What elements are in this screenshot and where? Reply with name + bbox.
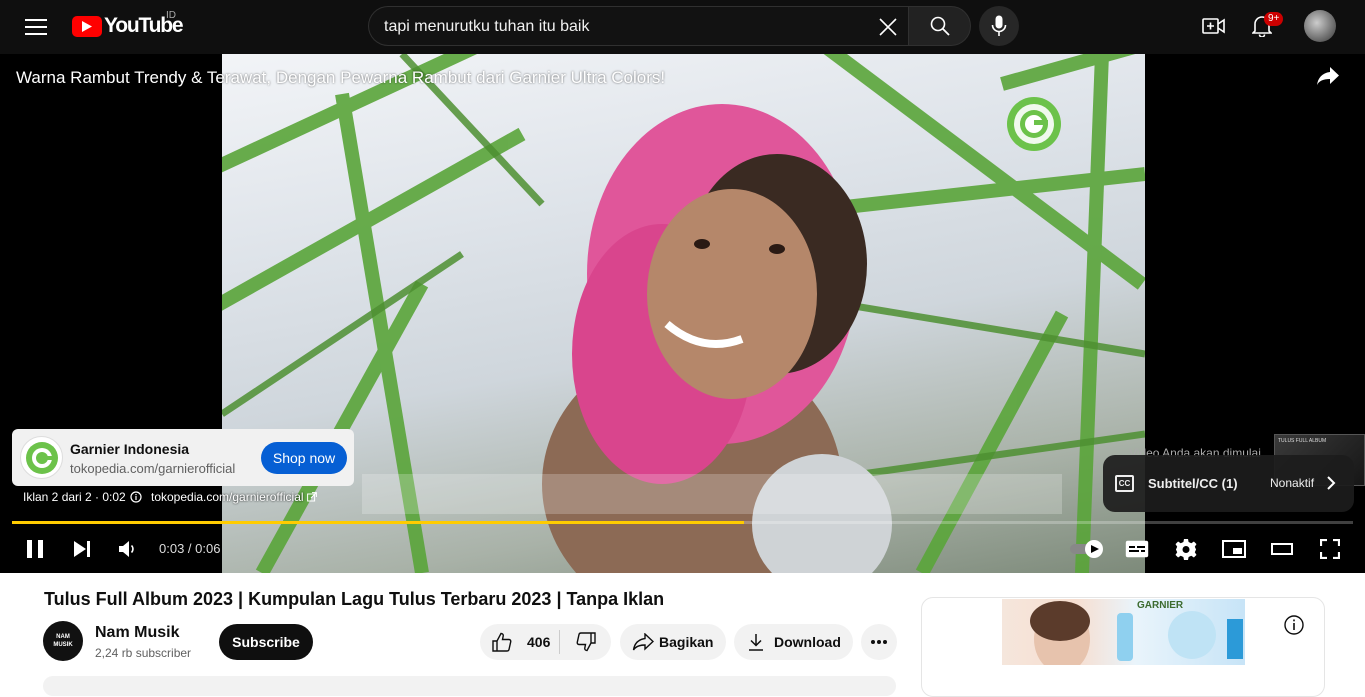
pause-button[interactable] — [22, 538, 48, 560]
share-button[interactable]: Bagikan — [620, 624, 726, 660]
subscriber-count: 2,24 rb subscriber — [95, 646, 192, 660]
dislike-button[interactable] — [560, 624, 611, 660]
more-actions-button[interactable] — [861, 624, 897, 660]
description-box[interactable] — [43, 676, 896, 696]
next-thumb-title: TULUS FULL ALBUM — [1278, 438, 1327, 444]
search-button[interactable] — [908, 6, 971, 46]
ad-info: Iklan 2 dari 2 · 0:02 — [23, 490, 142, 504]
autoplay-toggle[interactable] — [1069, 537, 1105, 561]
youtube-play-icon — [72, 15, 102, 37]
video-title: Tulus Full Album 2023 | Kumpulan Lagu Tu… — [44, 589, 665, 609]
captions-value: Nonaktif — [1270, 476, 1315, 490]
create-video-icon — [1202, 18, 1225, 34]
skip-next-icon — [74, 541, 90, 557]
sidebar-ad-brand: GARNIER — [1137, 600, 1184, 611]
video-frame[interactable] — [222, 54, 1145, 573]
sidebar-ad[interactable]: GARNIER — [921, 597, 1325, 697]
subtitles-button[interactable] — [1124, 537, 1150, 561]
theater-mode-icon — [1271, 543, 1293, 555]
thumbs-up-icon — [492, 632, 512, 652]
ad-title[interactable]: Warna Rambut Trendy & Terawat, Dengan Pe… — [16, 68, 665, 88]
autoplay-icon — [1070, 540, 1103, 558]
info-icon[interactable] — [1283, 614, 1305, 636]
progress-fill — [12, 521, 745, 524]
info-icon[interactable] — [130, 491, 142, 503]
external-link-icon — [306, 492, 317, 502]
shop-now-button[interactable]: Shop now — [261, 442, 347, 474]
pause-icon — [27, 540, 43, 558]
settings-button[interactable] — [1173, 537, 1199, 561]
theater-mode-button[interactable] — [1269, 537, 1295, 561]
clear-search-icon[interactable] — [872, 11, 904, 43]
top-bar: YouTube ID tapi menurutku tuhan itu baik… — [0, 0, 1365, 54]
create-button[interactable] — [1194, 6, 1234, 46]
ad-card[interactable]: Garnier Indonesia tokopedia.com/garniero… — [12, 429, 354, 486]
more-horizontal-icon — [871, 640, 887, 644]
search-input[interactable]: tapi menurutku tuhan itu baik — [384, 18, 589, 36]
mute-button[interactable] — [116, 538, 140, 560]
fullscreen-button[interactable] — [1317, 537, 1343, 561]
search-icon — [930, 16, 950, 36]
video-player[interactable]: Warna Rambut Trendy & Terawat, Dengan Pe… — [0, 54, 1365, 573]
download-label: Download — [774, 634, 841, 650]
share-label: Bagikan — [659, 634, 714, 650]
subscribe-button[interactable]: Subscribe — [219, 624, 313, 660]
download-button[interactable]: Download — [734, 624, 853, 660]
progress-bar[interactable] — [12, 521, 1353, 524]
share-icon[interactable] — [1316, 66, 1344, 90]
microphone-icon — [991, 15, 1007, 36]
captions-menu[interactable]: CC Subtitel/CC (1) Nonaktif — [1103, 455, 1354, 512]
garnier-logo — [20, 436, 63, 479]
advertiser-url: tokopedia.com/garnierofficial — [70, 461, 236, 476]
account-avatar[interactable] — [1304, 10, 1336, 42]
captions-label: Subtitel/CC (1) — [1148, 476, 1238, 491]
sidebar-ad-banner[interactable]: GARNIER — [1002, 599, 1245, 673]
voice-search-button[interactable] — [979, 6, 1019, 46]
menu-icon[interactable] — [16, 11, 56, 43]
like-dislike-group: 406 — [480, 624, 611, 660]
subtitles-icon — [1125, 540, 1149, 558]
volume-icon — [119, 541, 134, 557]
channel-avatar[interactable]: NAM MUSIK — [43, 621, 83, 661]
chevron-right-icon — [1327, 476, 1336, 490]
notifications-badge: 9+ — [1264, 12, 1284, 26]
next-button[interactable] — [70, 538, 94, 560]
captions-icon: CC — [1115, 475, 1134, 492]
channel-name[interactable]: Nam Musik — [95, 624, 179, 642]
ad-counter: Iklan 2 dari 2 · 0:02 — [23, 490, 126, 504]
thumbs-down-icon — [576, 632, 596, 652]
gear-icon — [1175, 539, 1197, 560]
ad-link-text[interactable]: tokopedia.com/garnierofficial — [151, 490, 304, 504]
video-scene — [222, 54, 1145, 573]
like-count: 406 — [527, 634, 551, 650]
ad-link[interactable]: tokopedia.com/garnierofficial — [151, 490, 317, 504]
share-arrow-icon — [632, 633, 654, 651]
time-display: 0:03 / 0:06 — [159, 541, 221, 556]
fullscreen-icon — [1320, 539, 1340, 559]
advertiser-name: Garnier Indonesia — [70, 441, 190, 457]
country-code: ID — [166, 10, 176, 21]
miniplayer-button[interactable] — [1221, 537, 1247, 561]
download-icon — [749, 634, 763, 651]
search-box[interactable]: tapi menurutku tuhan itu baik — [368, 6, 908, 46]
garnier-watermark-logo — [1007, 97, 1061, 151]
channel-avatar-text: NAM MUSIK — [53, 634, 73, 648]
like-button[interactable]: 406 — [480, 624, 559, 660]
miniplayer-icon — [1222, 540, 1246, 558]
